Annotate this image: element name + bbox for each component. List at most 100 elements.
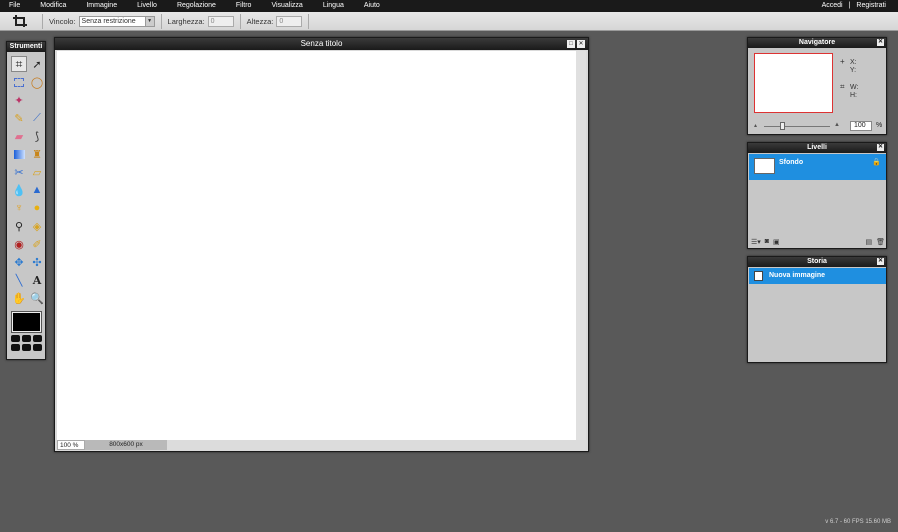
slider-track [764, 126, 830, 127]
crop-tool[interactable]: ⌗ [11, 56, 27, 72]
menu-immagine[interactable]: Immagine [86, 0, 117, 12]
lock-icon[interactable]: 🔒 [872, 158, 881, 166]
navigator-title-text: Navigatore [798, 39, 836, 46]
dodge-icon: ♆ [14, 202, 24, 214]
swatch-dot[interactable] [33, 335, 42, 342]
gradient-tool[interactable] [11, 146, 27, 162]
hand-tool[interactable]: ✋ [11, 290, 27, 306]
crop-icon: ⌗ [15, 56, 23, 71]
eraser-tool[interactable]: ▰ [11, 128, 27, 144]
zoom-value: 100 [60, 442, 71, 449]
zoom-icon: 🔍 [30, 292, 44, 305]
spotheal-tool[interactable]: ✐ [29, 236, 45, 252]
pencil-icon: ✎ [14, 112, 24, 125]
swatch-presets [11, 335, 45, 351]
navigator-zoom-input[interactable]: 100 [850, 121, 872, 131]
delete-layer-icon[interactable]: 🗑 [876, 238, 885, 246]
login-link[interactable]: Accedi [822, 0, 843, 12]
w-label: W: [849, 84, 859, 91]
lasso-tool[interactable]: ◯ [29, 74, 45, 90]
new-layer-icon[interactable]: ▤ [865, 238, 872, 246]
layers-panel: Livelli ✕ Sfondo 🔒 ☰▾ ◙ ▣ ▤ 🗑 [747, 142, 887, 249]
zoom-tool[interactable]: 🔍 [29, 290, 45, 306]
history-item-name: Nuova immagine [769, 272, 826, 279]
options-bar: Vincolo: Senza restrizione ▼ Larghezza: … [0, 12, 898, 31]
brush-tool[interactable]: ⟋ [29, 110, 45, 126]
menu-file[interactable]: File [9, 0, 20, 12]
menu-lingua[interactable]: Lingua [323, 0, 344, 12]
width-field[interactable]: 0 [207, 15, 234, 27]
history-item[interactable]: Nuova immagine [749, 268, 886, 284]
menu-regolazione[interactable]: Regolazione [177, 0, 216, 12]
chevron-down-icon[interactable]: ▼ [144, 16, 154, 26]
layer-mask-icon[interactable]: ◙ [765, 238, 769, 245]
divider [308, 13, 310, 29]
swatch-dot[interactable] [22, 335, 31, 342]
bloat-tool[interactable]: ✥ [11, 254, 27, 270]
account-links: Accedi | Registrati [822, 0, 886, 12]
swatch-dot[interactable] [11, 344, 20, 351]
maximize-icon[interactable]: □ [567, 40, 575, 48]
close-icon[interactable]: ✕ [877, 258, 884, 265]
swatch-dot[interactable] [33, 344, 42, 351]
menu-filtro[interactable]: Filtro [236, 0, 252, 12]
move-tool[interactable]: ➚ [29, 56, 45, 72]
stamp-tool[interactable]: ♜ [29, 146, 45, 162]
drop-tool[interactable]: 💧 [11, 182, 27, 198]
layer-style-icon[interactable]: ▣ [773, 238, 780, 246]
replace-color-icon: ⟆ [34, 130, 40, 143]
swatch-dot[interactable] [22, 344, 31, 351]
wand-icon: ✦ [14, 94, 24, 107]
foreground-color-swatch[interactable] [11, 311, 42, 333]
sponge-tool[interactable]: ◈ [29, 218, 45, 234]
constraint-select[interactable]: Senza restrizione ▼ [78, 15, 155, 27]
height-field[interactable]: 0 [276, 15, 303, 27]
navigator-title: Navigatore ✕ [748, 38, 886, 48]
history-title: Storia ✕ [748, 257, 886, 267]
magnify-tool[interactable]: ⚲ [11, 218, 27, 234]
document-window: Senza titolo □ ✕ 100 % 800x600 px [54, 37, 589, 452]
close-icon[interactable]: ✕ [877, 39, 884, 46]
height-label: Altezza: [246, 16, 274, 26]
wand-tool[interactable]: ✦ [11, 92, 27, 108]
slider-knob[interactable] [780, 122, 785, 130]
pinch-tool[interactable]: ✣ [29, 254, 45, 270]
menu-aiuto[interactable]: Aiuto [364, 0, 380, 12]
empty-slot [29, 92, 45, 108]
text-tool[interactable]: A [29, 272, 45, 288]
crop-icon [13, 15, 27, 27]
zoom-slider[interactable]: ▴ ▲ [754, 122, 842, 130]
document-statusbar: 100 % 800x600 px [57, 440, 586, 450]
brush-icon: ⟋ [33, 111, 41, 124]
menu-visualizza[interactable]: Visualizza [271, 0, 302, 12]
register-link[interactable]: Registrati [856, 0, 886, 12]
layer-row[interactable]: Sfondo 🔒 [749, 154, 886, 180]
h-label: H: [849, 92, 857, 99]
menu-livello[interactable]: Livello [137, 0, 157, 12]
close-icon[interactable]: ✕ [877, 144, 884, 151]
pencil-tool[interactable]: ✎ [11, 110, 27, 126]
layer-name: Sfondo [779, 159, 804, 166]
marquee-tool[interactable] [11, 74, 27, 90]
menu-modifica[interactable]: Modifica [40, 0, 66, 12]
fill-tool[interactable]: ▱ [29, 164, 45, 180]
dodge-tool[interactable]: ♆ [11, 200, 27, 216]
zoom-field[interactable]: 100 % [57, 440, 85, 450]
swatch-dot[interactable] [11, 335, 20, 342]
image-canvas[interactable] [57, 51, 577, 441]
marquee-icon [14, 77, 24, 87]
crop-small-icon: ⌗ [840, 82, 845, 91]
triangle-tool[interactable]: ▲ [29, 182, 45, 198]
line-tool[interactable]: ╲ [11, 272, 27, 288]
layers-title: Livelli ✕ [748, 143, 886, 153]
layer-menu-icon[interactable]: ☰▾ [751, 238, 761, 246]
replace-color-tool[interactable]: ⟆ [29, 128, 45, 144]
sharpen-tool[interactable]: ✂ [11, 164, 27, 180]
burn-tool[interactable]: ● [29, 200, 45, 216]
vertical-scrollbar[interactable] [576, 51, 586, 441]
close-icon[interactable]: ✕ [577, 40, 585, 48]
redeye-tool[interactable]: ◉ [11, 236, 27, 252]
navigator-preview[interactable] [754, 53, 833, 113]
image-size: 800x600 px [85, 440, 167, 450]
account-separator: | [848, 2, 851, 9]
